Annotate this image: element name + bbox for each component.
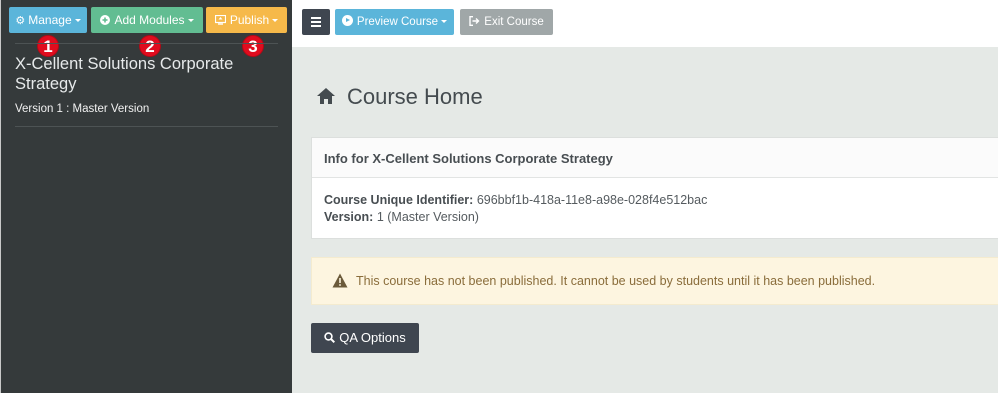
course-version-value: 1 (Master Version) (376, 210, 479, 224)
exit-course-button[interactable]: Exit Course (460, 9, 553, 35)
exit-icon (469, 16, 480, 26)
warning-icon (332, 273, 348, 288)
publish-icon (214, 15, 226, 25)
publish-label: Publish (229, 13, 270, 27)
qa-options-button[interactable]: QA Options (311, 323, 419, 353)
sidebar-divider (15, 126, 278, 127)
qa-options-label: QA Options (339, 330, 406, 345)
preview-course-label: Preview Course (356, 16, 439, 28)
gear-icon: ⚙ (15, 15, 26, 27)
caret-down-icon (187, 19, 194, 23)
course-info-body: Course Unique Identifier: 696bbf1b-418a-… (312, 178, 998, 226)
course-version-label: Version: (324, 210, 374, 224)
top-toolbar: Preview Course Exit Course (292, 0, 998, 47)
preview-course-button[interactable]: Preview Course (335, 9, 454, 35)
publish-button[interactable]: Publish (206, 7, 287, 33)
course-uid-label: Course Unique Identifier: (324, 193, 474, 207)
add-modules-label: Add Modules (114, 13, 185, 27)
warning-text: This course has not been published. It c… (356, 274, 876, 288)
exit-course-label: Exit Course (484, 16, 544, 28)
play-circle-icon (341, 15, 353, 26)
sidebar-divider (15, 43, 278, 44)
course-info-header: Info for X-Cellent Solutions Corporate S… (312, 138, 998, 178)
caret-down-icon (74, 19, 81, 23)
menu-toggle-button[interactable] (302, 9, 330, 35)
sidebar: ⚙ Manage Add Modules Publish 1 2 3 X-Cell… (0, 0, 292, 393)
add-modules-button[interactable]: Add Modules (91, 7, 203, 33)
course-uid-value: 696bbf1b-418a-11e8-a98e-028f4e512bac (476, 193, 708, 207)
home-icon (317, 88, 335, 104)
unpublished-warning: This course has not been published. It c… (311, 257, 998, 305)
main-content: Course Home Info for X-Cellent Solutions… (292, 47, 998, 393)
search-icon (324, 332, 336, 343)
course-info-panel: Info for X-Cellent Solutions Corporate S… (311, 137, 998, 239)
caret-down-icon (441, 20, 448, 24)
caret-down-icon (272, 19, 279, 23)
manage-label: Manage (28, 13, 72, 27)
manage-button[interactable]: ⚙ Manage (9, 7, 87, 33)
course-name: X-Cellent Solutions Corporate Strategy (15, 55, 234, 93)
course-version-row: Version: 1 (Master Version) (324, 209, 998, 226)
course-uid-row: Course Unique Identifier: 696bbf1b-418a-… (324, 192, 998, 209)
course-version: Version 1 : Master Version (15, 103, 150, 115)
plus-circle-icon (100, 15, 111, 25)
page-title: Course Home (347, 84, 483, 109)
